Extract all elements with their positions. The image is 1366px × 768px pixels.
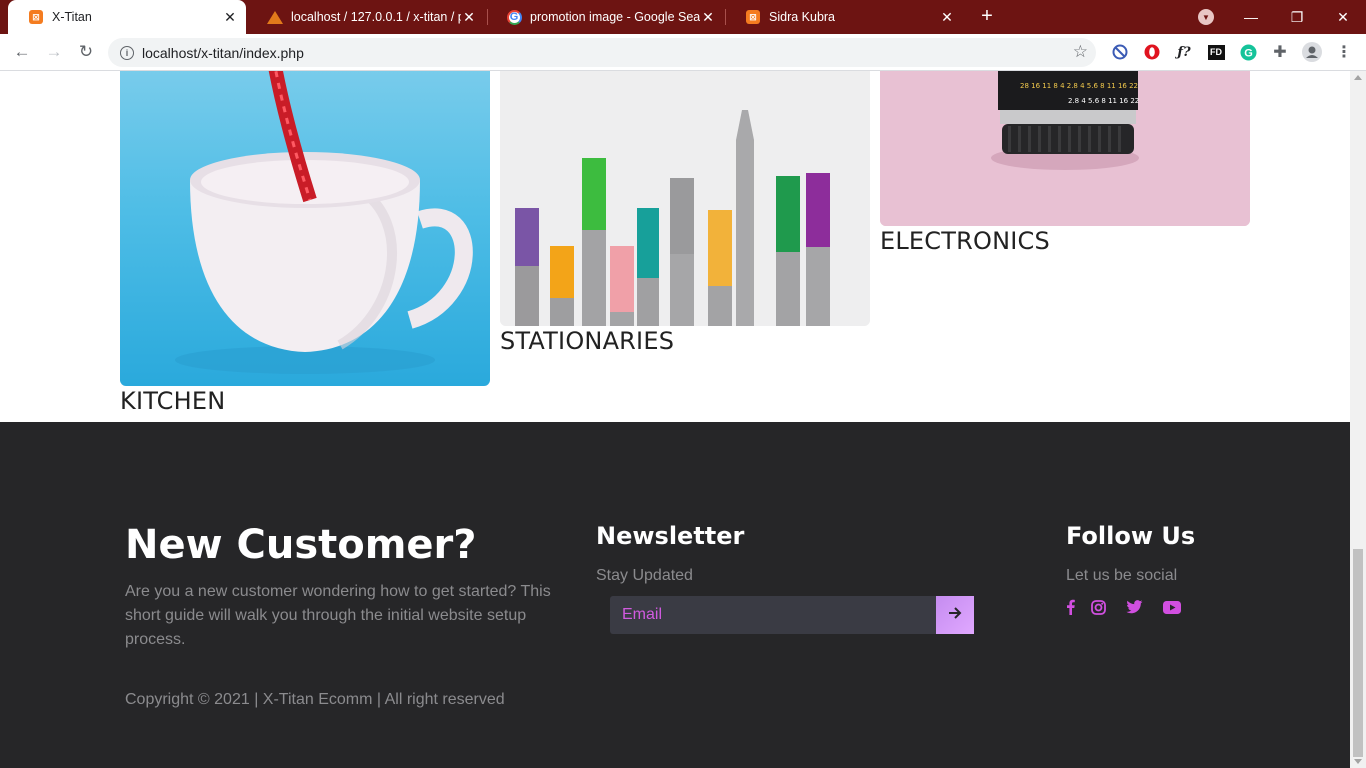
follow-us-title: Follow Us	[1066, 522, 1196, 550]
svg-text:G: G	[1244, 47, 1253, 59]
kitchen-label[interactable]: KITCHEN	[120, 387, 225, 415]
minimize-button[interactable]: —	[1228, 0, 1274, 34]
google-icon: G	[506, 9, 522, 25]
social-links	[1066, 599, 1199, 615]
site-info-icon[interactable]: i	[120, 45, 134, 60]
close-icon[interactable]: ✕	[222, 9, 238, 26]
close-window-button[interactable]: ✕	[1320, 0, 1366, 34]
close-icon[interactable]: ✕	[939, 9, 955, 26]
tab-title: promotion image - Google Searc	[530, 10, 700, 24]
browser-toolbar: ← → ↻ i localhost/x-titan/index.php ☆ ƒ?…	[0, 34, 1366, 71]
electronics-category-image[interactable]: 28 16 11 8 4 2.8 4 5.6 8 11 16 22 2.8 4 …	[880, 71, 1250, 226]
facebook-icon[interactable]	[1066, 599, 1075, 615]
new-customer-section: New Customer? Are you a new customer won…	[125, 522, 565, 652]
reload-button[interactable]: ↻	[74, 40, 98, 64]
scroll-down-arrow-icon[interactable]	[1354, 759, 1362, 764]
newsletter-section: Newsletter Stay Updated	[596, 522, 744, 588]
stationaries-label[interactable]: STATIONARIES	[500, 327, 674, 355]
follow-us-subtitle: Let us be social	[1066, 567, 1178, 584]
tab-phpmyadmin[interactable]: localhost / 127.0.0.1 / x-titan / pr ✕	[247, 0, 485, 34]
scroll-up-arrow-icon[interactable]	[1354, 75, 1362, 80]
page-viewport: KITCHEN STATIONARIES 28 16 11 8 4 2.8 4 …	[0, 71, 1350, 768]
font-extension-icon[interactable]: ƒ?	[1174, 42, 1194, 62]
phpmyadmin-icon	[267, 9, 283, 25]
new-customer-title: New Customer?	[125, 522, 477, 568]
electronics-label[interactable]: ELECTRONICS	[880, 227, 1050, 255]
scrollbar-thumb[interactable]	[1353, 549, 1363, 757]
copyright-text: Copyright © 2021 | X-Titan Ecomm | All r…	[125, 691, 505, 708]
instagram-icon[interactable]	[1091, 599, 1106, 615]
xampp-icon: ⊠	[745, 9, 761, 25]
fd-extension-icon[interactable]: FD	[1206, 42, 1226, 62]
bookmark-star-icon[interactable]: ☆	[1073, 42, 1088, 62]
close-icon[interactable]: ✕	[461, 9, 477, 26]
newsletter-title: Newsletter	[596, 522, 745, 550]
page-scrollbar[interactable]	[1350, 71, 1366, 768]
grammarly-icon[interactable]: G	[1238, 42, 1258, 62]
profile-avatar-icon[interactable]	[1302, 42, 1322, 62]
subscribe-button[interactable]	[936, 596, 974, 634]
stationaries-category-image[interactable]	[500, 71, 870, 326]
url-text: localhost/x-titan/index.php	[142, 44, 304, 61]
newsletter-subtitle: Stay Updated	[596, 567, 693, 584]
back-button[interactable]: ←	[10, 40, 34, 64]
kitchen-category-image[interactable]	[120, 71, 490, 386]
tab-google-search[interactable]: G promotion image - Google Searc ✕	[486, 0, 724, 34]
block-extension-icon[interactable]	[1110, 42, 1130, 62]
tab-title: Sidra Kubra	[769, 10, 836, 24]
address-bar[interactable]: i localhost/x-titan/index.php ☆	[108, 38, 1096, 67]
lens-scale-text: 2.8 4 5.6 8 11 16 22	[1068, 97, 1139, 105]
new-customer-text: Are you a new customer wondering how to …	[125, 583, 551, 648]
tab-title: localhost / 127.0.0.1 / x-titan / pr	[291, 10, 461, 24]
close-icon[interactable]: ✕	[700, 9, 716, 26]
menu-kebab-icon[interactable]: ⋮	[1334, 42, 1354, 62]
tab-sidra-kubra[interactable]: ⊠ Sidra Kubra ✕	[725, 0, 963, 34]
new-tab-button[interactable]: +	[975, 5, 999, 28]
arrow-right-icon	[947, 605, 963, 626]
tab-x-titan[interactable]: ⊠ X-Titan ✕	[8, 0, 246, 34]
tab-title: X-Titan	[52, 10, 92, 24]
xampp-icon: ⊠	[28, 9, 44, 25]
restore-button[interactable]: ❐	[1274, 0, 1320, 34]
opera-extension-icon[interactable]	[1142, 42, 1162, 62]
extensions-puzzle-icon[interactable]: ✚	[1270, 42, 1290, 62]
email-input[interactable]	[610, 596, 936, 634]
follow-us-section: Follow Us Let us be social	[1066, 522, 1195, 588]
newsletter-form	[610, 596, 974, 634]
youtube-icon[interactable]	[1163, 600, 1181, 614]
site-footer: New Customer? Are you a new customer won…	[0, 422, 1350, 768]
forward-button[interactable]: →	[42, 40, 66, 64]
lens-scale-text: 28 16 11 8 4 2.8 4 5.6 8 11 16 22	[1020, 82, 1138, 90]
twitter-icon[interactable]	[1126, 600, 1143, 614]
tab-search-icon[interactable]: ▼	[1198, 9, 1214, 25]
tab-strip: ⊠ X-Titan ✕ localhost / 127.0.0.1 / x-ti…	[0, 0, 1366, 34]
